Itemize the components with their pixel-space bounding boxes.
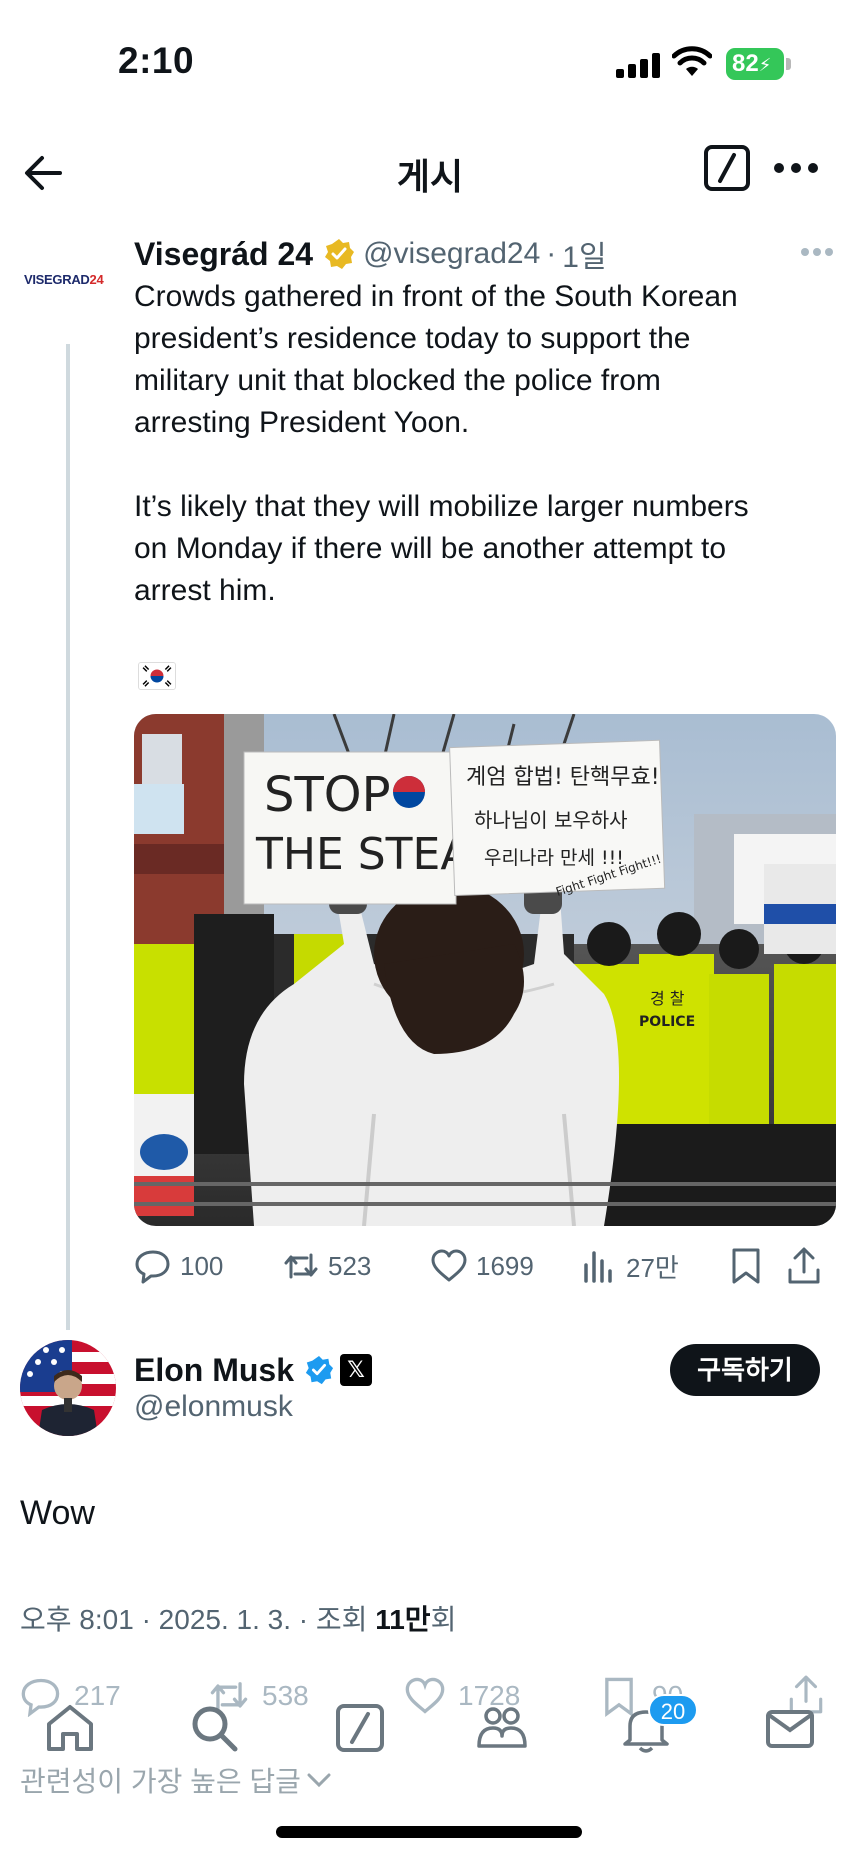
bottom-tab-bar: [0, 1676, 860, 1796]
views-chart-icon: [584, 1251, 612, 1283]
like-button[interactable]: 1699: [430, 1244, 534, 1288]
tweet-timestamp: 오후 8:01 · 2025. 1. 3. · 조회: [20, 1604, 376, 1635]
messages-envelope-icon[interactable]: [764, 1702, 816, 1754]
battery-level: 82: [732, 50, 759, 77]
x-affiliation-badge-icon: 𝕏: [340, 1354, 373, 1386]
separator-dot: ·: [546, 237, 557, 270]
more-options-icon[interactable]: [773, 154, 819, 182]
tweet-text-line: It’s likely that they will mobilize larg…: [134, 490, 749, 523]
visegrad-logo-text: VISEGRAD: [24, 272, 90, 287]
battery-nub: [786, 58, 791, 70]
home-indicator: [276, 1826, 582, 1838]
reply-count: 100: [180, 1250, 224, 1281]
grok-tab-icon[interactable]: [334, 1702, 386, 1754]
grok-icon[interactable]: [703, 144, 751, 192]
main-tweet-text: Wow: [20, 1494, 95, 1532]
view-count: 11만: [375, 1604, 431, 1635]
tweet-text-line: military unit that blocked the police fr…: [134, 364, 661, 397]
quoted-tweet-actions: 100 523 1699 27만: [134, 1244, 834, 1288]
tweet-text-line: arrest him.: [134, 574, 276, 607]
search-icon[interactable]: [188, 1702, 240, 1754]
notifications-badge: 20: [648, 1694, 698, 1726]
verified-gold-badge-icon: [325, 239, 355, 269]
visegrad-avatar[interactable]: VISEGRAD24: [24, 272, 114, 302]
like-heart-icon: [431, 1249, 467, 1282]
verified-blue-badge-icon: [305, 1355, 334, 1385]
repost-icon: [284, 1253, 318, 1279]
main-author-row: Elon Musk 𝕏: [134, 1348, 373, 1392]
sign-line-3: 우리나라 만세 !!!: [484, 847, 624, 869]
thread-connector-line: [66, 344, 70, 1330]
views-button[interactable]: 27만: [580, 1244, 679, 1288]
quoted-tweet-text: Crowds gathered in front of the South Ko…: [134, 276, 834, 612]
cellular-signal-icon: [616, 52, 660, 78]
home-icon[interactable]: [44, 1702, 96, 1754]
tweet-text-line: arresting President Yoon.: [134, 406, 470, 439]
repost-button[interactable]: 523: [282, 1244, 371, 1288]
tweet-text-line: Crowds gathered in front of the South Ko…: [134, 280, 738, 313]
south-korea-flag-icon: [138, 662, 176, 690]
like-count: 1699: [476, 1250, 534, 1281]
communities-icon[interactable]: [476, 1702, 528, 1754]
tweet-more-icon[interactable]: [800, 246, 834, 258]
tweet-text-line: president’s residence today to support t…: [134, 322, 691, 355]
wifi-icon: [672, 46, 712, 76]
battery-indicator: 82⚡: [726, 48, 784, 80]
bookmark-icon[interactable]: [728, 1246, 764, 1286]
police-vest-korean: 경 찰: [650, 989, 685, 1008]
reply-icon: [135, 1250, 170, 1284]
protest-photo[interactable]: 경 찰 POLICE STOP THE STEAL 계엄 합법! 탄핵무효! 하…: [134, 714, 836, 1226]
reply-button[interactable]: 100: [134, 1244, 223, 1288]
author-handle[interactable]: @elonmusk: [134, 1390, 293, 1424]
status-bar: 2:10 82⚡: [0, 0, 860, 130]
views-count: 27만: [626, 1252, 679, 1283]
share-icon[interactable]: [786, 1246, 822, 1286]
sign-stop: STOP: [264, 767, 391, 823]
elon-musk-avatar[interactable]: [20, 1340, 116, 1436]
repost-count: 523: [328, 1250, 372, 1281]
sign-line-2: 하나님이 보우하사: [474, 808, 628, 832]
tweet-meta: 오후 8:01 · 2025. 1. 3. · 조회 11만회: [20, 1598, 456, 1638]
author-name[interactable]: Elon Musk: [134, 1352, 294, 1389]
police-vest-english: POLICE: [639, 1014, 695, 1030]
sign-line-1: 계엄 합법! 탄핵무효!: [466, 765, 660, 790]
quoted-tweet-header: Visegrád 24 @visegrad24 · 1일: [134, 232, 607, 276]
post-time: 1일: [562, 241, 607, 274]
view-count-suffix: 회: [430, 1604, 457, 1635]
status-time: 2:10: [118, 40, 195, 81]
author-name[interactable]: Visegrád 24: [134, 236, 313, 273]
author-handle[interactable]: @visegrad24: [363, 237, 540, 271]
visegrad-logo-number: 24: [89, 272, 104, 287]
tweet-text-line: on Monday if there will be another attem…: [134, 532, 727, 565]
subscribe-button[interactable]: 구독하기: [670, 1344, 820, 1396]
top-navigation: 게시: [0, 130, 860, 230]
